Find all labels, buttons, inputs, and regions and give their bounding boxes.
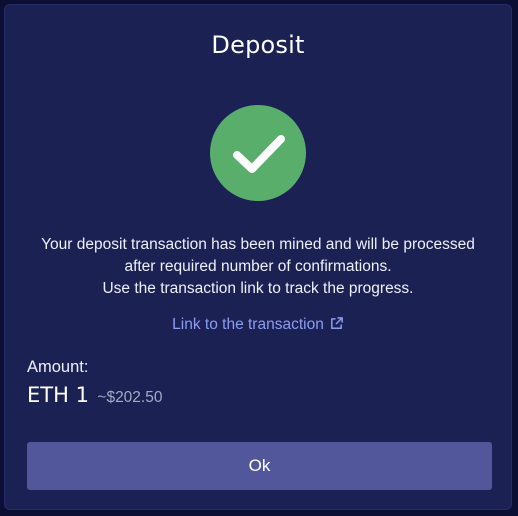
success-badge	[210, 105, 306, 201]
dialog-title: Deposit	[211, 31, 305, 59]
message-line: Your deposit transaction has been mined …	[41, 236, 475, 253]
external-link-icon	[330, 317, 343, 329]
ok-button[interactable]: Ok	[27, 442, 492, 490]
amount-label: Amount:	[27, 358, 89, 376]
transaction-link-label: Link to the transaction	[172, 316, 324, 333]
message-line: after required number of confirmations.	[124, 258, 392, 275]
deposit-message: Your deposit transaction has been mined …	[5, 234, 511, 300]
checkmark-icon	[233, 135, 285, 173]
transaction-link[interactable]: Link to the transaction	[5, 316, 511, 334]
amount-value: ETH 1	[27, 383, 89, 407]
amount-row: ETH 1 ~$202.50	[27, 383, 162, 407]
deposit-dialog: Deposit Your deposit transaction has bee…	[4, 4, 512, 510]
amount-fiat-value: ~$202.50	[97, 389, 163, 406]
message-line: Use the transaction link to track the pr…	[102, 280, 414, 297]
